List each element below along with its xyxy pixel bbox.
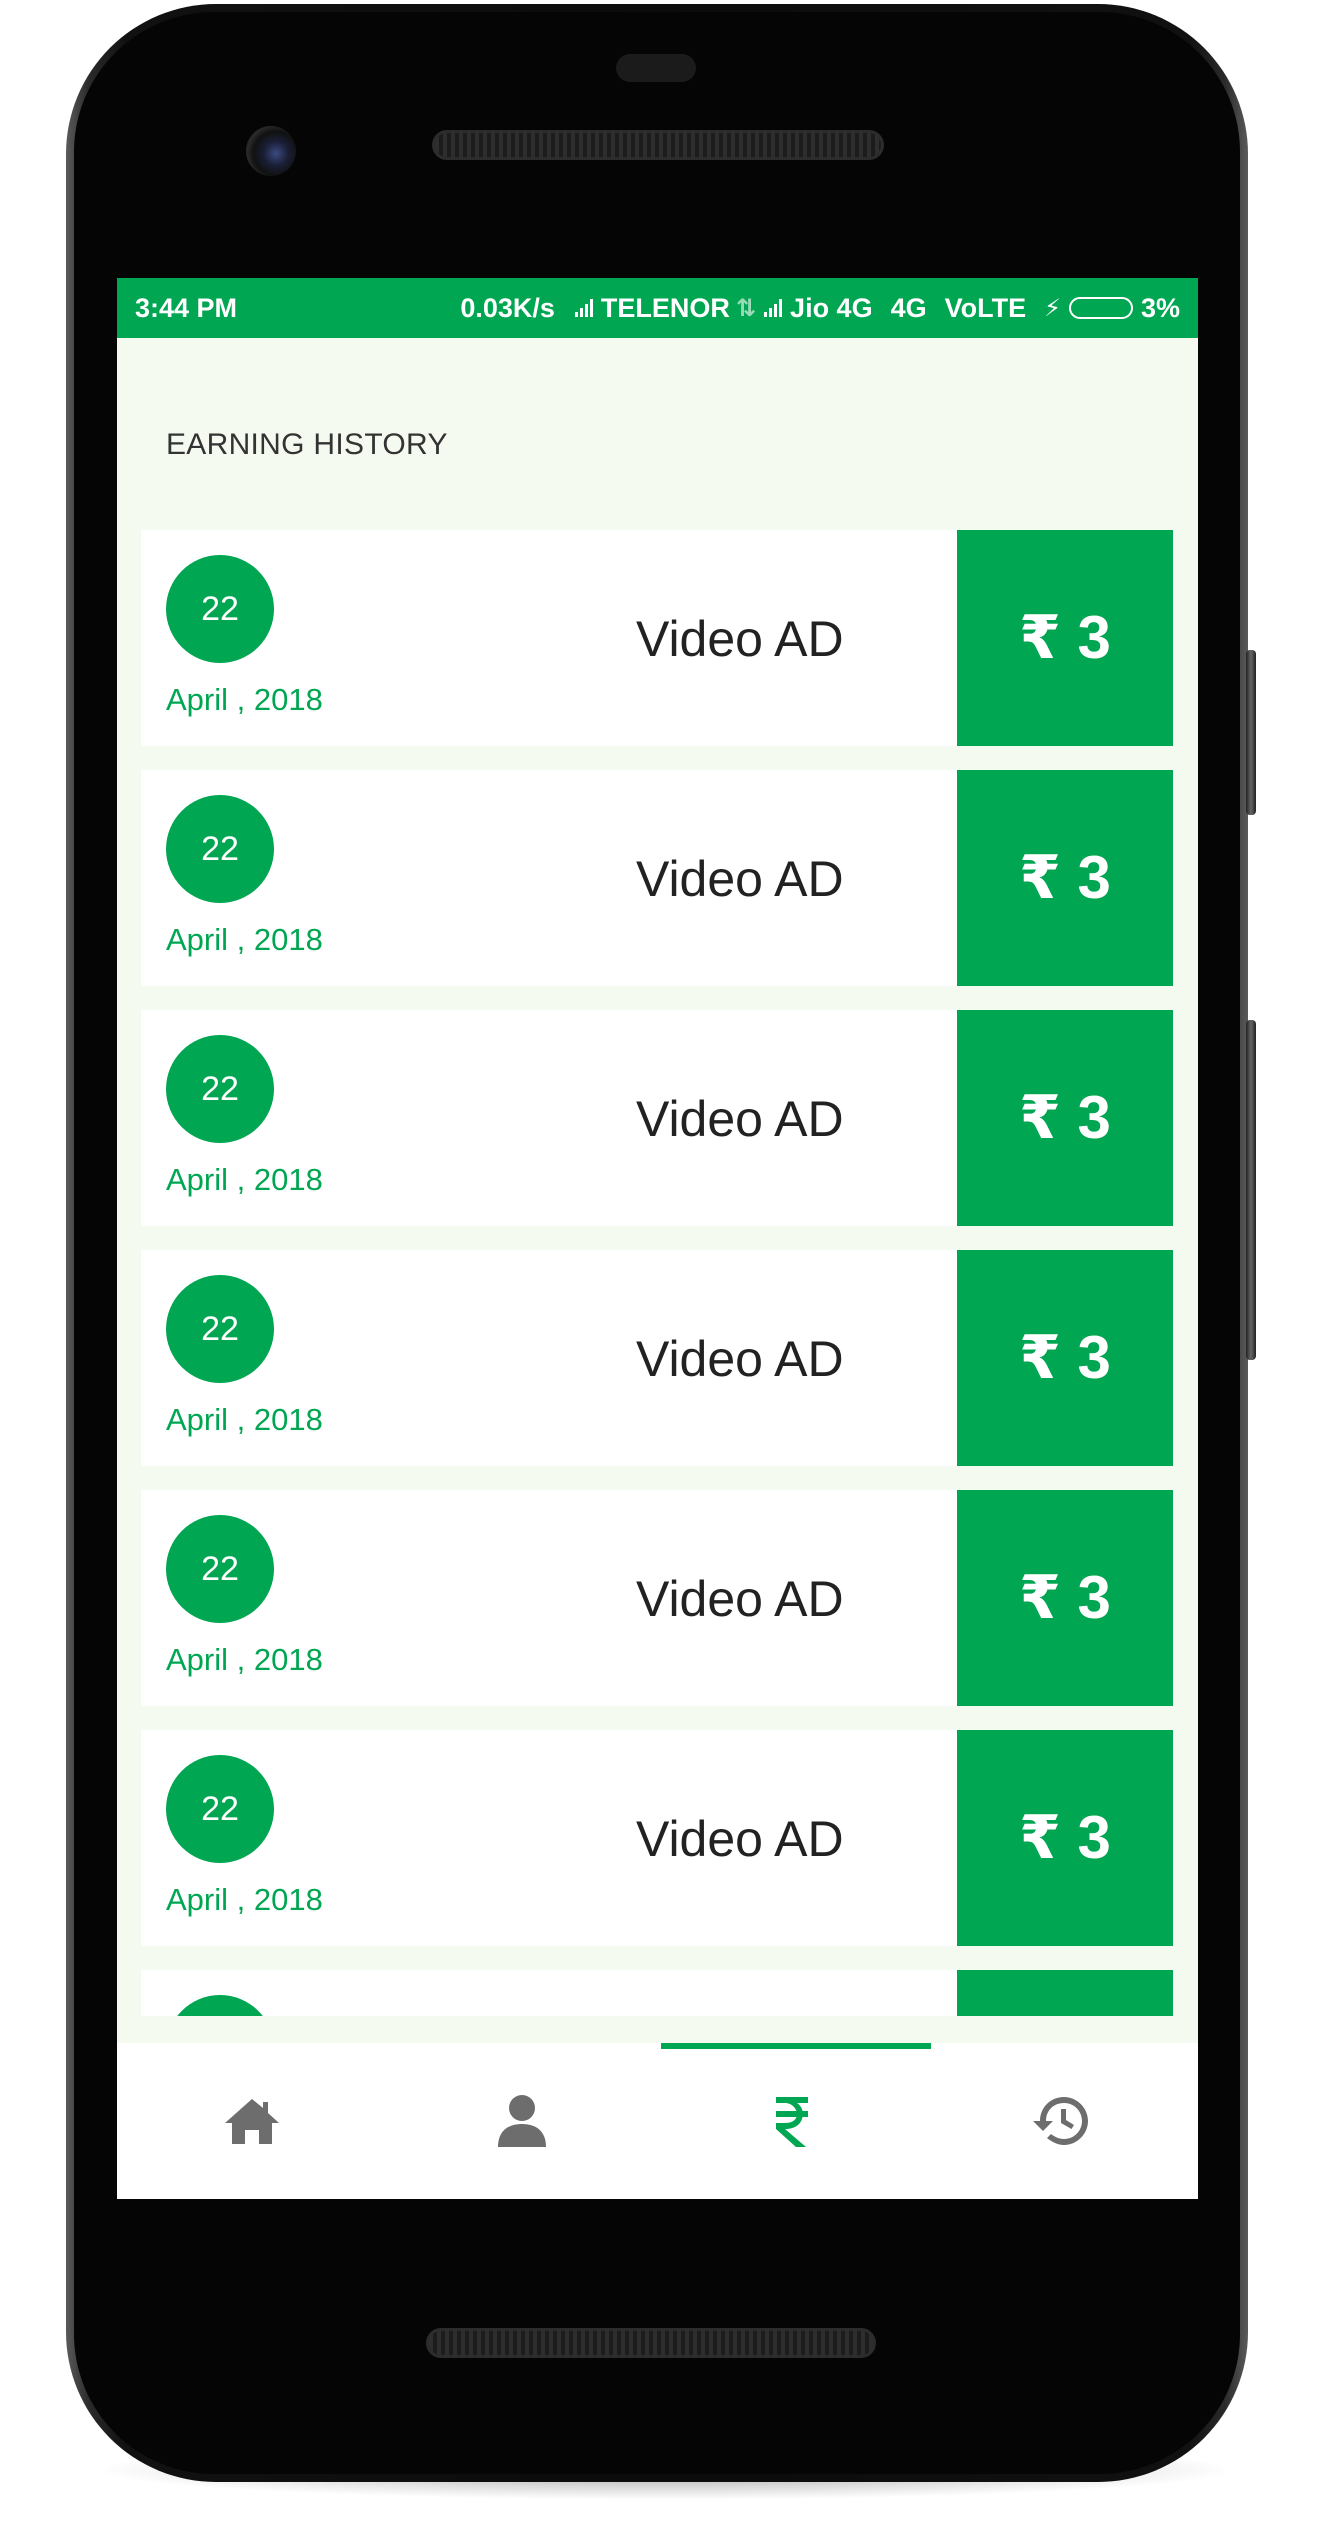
list-item[interactable]: 22 April , 2018 Video AD ₹ 3 [141, 1730, 1173, 1946]
network-type: 4G [890, 292, 927, 323]
bottom-speaker [426, 2328, 876, 2358]
home-icon [225, 2099, 279, 2144]
month-year: April , 2018 [166, 922, 323, 957]
rupee-icon [776, 2097, 808, 2147]
front-camera [246, 126, 296, 176]
earning-amount: ₹ 3 [957, 1730, 1173, 1946]
month-year: April , 2018 [166, 1882, 323, 1917]
list-item[interactable]: 22 April , 2018 Video AD ₹ 3 [141, 1010, 1173, 1226]
list-item-partial[interactable] [141, 1970, 1173, 2016]
earning-title: Video AD [636, 611, 844, 667]
nav-home[interactable] [117, 2043, 387, 2199]
earning-amount: ₹ 3 [957, 770, 1173, 986]
page-title: EARNING HISTORY [166, 428, 448, 461]
battery-percent: 3% [1140, 292, 1180, 323]
earning-title: Video AD [636, 1331, 844, 1387]
day-badge [166, 1995, 274, 2016]
earning-list[interactable]: 22 April , 2018 Video AD ₹ 3 22 April , … [141, 530, 1173, 2016]
earning-amount: ₹ 3 [957, 1010, 1173, 1226]
volte-label: VoLTE [944, 292, 1027, 323]
day-badge: 22 [166, 1515, 274, 1623]
network-speed: 0.03K/s [460, 292, 555, 323]
nav-profile[interactable] [387, 2043, 657, 2199]
month-year: April , 2018 [166, 1162, 323, 1197]
earning-title: Video AD [636, 1811, 844, 1867]
user-icon [498, 2095, 546, 2147]
earpiece-speaker [432, 130, 884, 160]
data-activity-icon: ⇅ [735, 294, 757, 322]
screen: 3:44 PM 0.03K/s TELENOR ⇅ Jio 4G 4G VoLT… [117, 278, 1198, 2199]
earning-title: Video AD [636, 851, 844, 907]
carrier-jio: Jio 4G [790, 292, 873, 323]
day-badge: 22 [166, 1755, 274, 1863]
signal-icon [762, 293, 790, 324]
status-bar: 3:44 PM 0.03K/s TELENOR ⇅ Jio 4G 4G VoLT… [117, 278, 1198, 338]
nav-history[interactable] [927, 2043, 1197, 2199]
list-item[interactable]: 22 April , 2018 Video AD ₹ 3 [141, 1490, 1173, 1706]
earning-amount: ₹ 3 [957, 1490, 1173, 1706]
volume-button [1246, 650, 1256, 815]
power-button [1246, 1020, 1256, 1360]
list-item[interactable]: 22 April , 2018 Video AD ₹ 3 [141, 1250, 1173, 1466]
day-badge: 22 [166, 795, 274, 903]
earning-title: Video AD [636, 1091, 844, 1147]
earning-amount [957, 1970, 1173, 2016]
month-year: April , 2018 [166, 1642, 323, 1677]
earning-amount: ₹ 3 [957, 530, 1173, 746]
month-year: April , 2018 [166, 1402, 323, 1437]
nav-earnings[interactable] [657, 2043, 927, 2199]
charging-icon: ⚡ [1044, 294, 1061, 322]
month-year: April , 2018 [166, 682, 323, 717]
day-badge: 22 [166, 555, 274, 663]
carrier-telenor: TELENOR [600, 292, 730, 323]
day-badge: 22 [166, 1275, 274, 1383]
history-icon [1033, 2097, 1088, 2145]
list-item[interactable]: 22 April , 2018 Video AD ₹ 3 [141, 530, 1173, 746]
day-badge: 22 [166, 1035, 274, 1143]
earning-amount: ₹ 3 [957, 1250, 1173, 1466]
list-item[interactable]: 22 April , 2018 Video AD ₹ 3 [141, 770, 1173, 986]
proximity-sensor [616, 54, 696, 82]
signal-icon [573, 299, 601, 317]
battery-icon [1068, 297, 1133, 319]
status-time: 3:44 PM [135, 292, 238, 323]
bottom-navigation [117, 2043, 1198, 2199]
earning-title: Video AD [636, 1571, 844, 1627]
